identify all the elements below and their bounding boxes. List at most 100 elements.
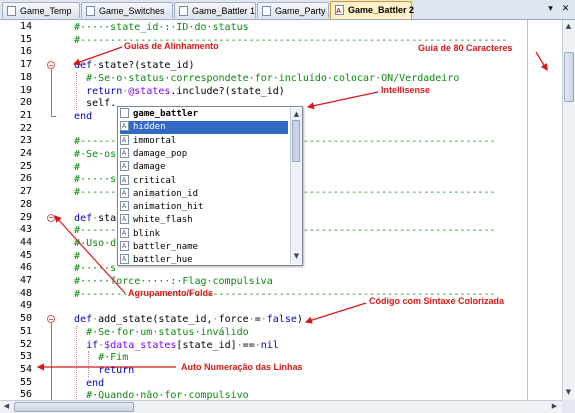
popup-scrollbar[interactable]: ▲ ▼ [290, 108, 302, 264]
script-file-icon [7, 6, 16, 16]
intellisense-item[interactable]: critical [120, 174, 288, 188]
tab-dropdown-icon[interactable]: ▾ [545, 3, 556, 15]
intellisense-item[interactable]: battler_hue [120, 253, 288, 265]
intellisense-item[interactable]: battler_name [120, 240, 288, 254]
horizontal-scroll-thumb[interactable] [14, 402, 134, 412]
vertical-scrollbar[interactable]: ▲ ▼ [562, 20, 575, 400]
code-line[interactable]: if·$data_states[state_id]·==·nil [62, 339, 279, 352]
code-line[interactable]: #·····force·····:·Flag·compulsiva [62, 275, 273, 288]
code-line[interactable]: #·Fim [62, 351, 128, 364]
line-number: 49 [19, 300, 32, 312]
method-icon [120, 174, 129, 187]
horizontal-scrollbar[interactable]: ◀ ▶ [0, 400, 562, 413]
tab-game-battler-1[interactable]: Game_Battler 1 [174, 2, 256, 18]
intellisense-item-label: damage [133, 162, 166, 173]
script-file-icon [86, 6, 95, 16]
code-line[interactable]: #·Uso·d [62, 237, 116, 250]
code-line[interactable]: #·Se·for·um·status·inválido [62, 326, 249, 339]
method-icon [120, 227, 129, 240]
intellisense-item-label: hidden [133, 122, 166, 133]
intellisense-item-label: critical [133, 175, 177, 186]
intellisense-item-label: battler_name [133, 242, 199, 252]
intellisense-item[interactable]: blink [120, 227, 288, 241]
code-line[interactable]: self. [62, 97, 116, 110]
scroll-left-icon[interactable]: ◀ [1, 401, 12, 412]
line-number: 22 [19, 122, 32, 134]
vertical-scroll-thumb[interactable] [564, 52, 574, 102]
intellisense-item-label: animation_id [133, 188, 199, 199]
tab-game-party[interactable]: Game_Party [257, 2, 329, 18]
tab-label: Game_Party [275, 6, 326, 16]
indent-guide [76, 71, 78, 110]
close-icon[interactable]: ✕ [560, 3, 571, 15]
code-line[interactable]: #·Quando·não·for·compulsivo [62, 389, 249, 400]
code-line[interactable]: # [62, 250, 80, 263]
line-number: 19 [19, 84, 32, 96]
intellisense-item[interactable]: immortal [120, 134, 288, 148]
line-number: 18 [19, 71, 32, 83]
intellisense-item[interactable]: animation_hit [120, 200, 288, 214]
line-number: 53 [19, 351, 32, 363]
line-number: 43 [19, 224, 32, 236]
annotation-intellisense: Intellisense [381, 85, 431, 95]
method-icon [120, 240, 129, 253]
code-line[interactable]: def·state?(state_id) [62, 59, 194, 72]
code-line[interactable]: def·add_state(state_id,·force·=·false) [62, 313, 303, 326]
intellisense-item-label: white_flash [133, 215, 193, 226]
code-line[interactable]: def·sta [62, 212, 116, 225]
line-number: 20 [19, 97, 32, 109]
tab-game-switches[interactable]: Game_Switches [81, 2, 173, 18]
method-icon [120, 213, 129, 226]
intellisense-item-label: animation_hit [133, 202, 204, 213]
80-column-guide [527, 20, 528, 400]
intellisense-item[interactable]: animation_id [120, 187, 288, 201]
line-number-gutter: 14 15 16 17 18 19 20 21 22 23 24 25 26 27 28 29 43 44 45 46… [0, 20, 40, 400]
intellisense-item-label: game_battler [133, 109, 199, 119]
line-number: 56 [19, 389, 32, 400]
intellisense-item[interactable]: white_flash [120, 213, 288, 227]
line-number: 23 [19, 135, 32, 147]
method-icon [120, 253, 129, 265]
scroll-up-icon[interactable]: ▲ [563, 21, 574, 32]
code-line[interactable]: return [62, 364, 134, 377]
code-line[interactable]: #·····s [62, 173, 116, 186]
scroll-down-icon[interactable]: ▼ [291, 251, 302, 262]
method-icon [120, 160, 129, 173]
code-line[interactable]: end [62, 377, 104, 390]
annotation-sintaxe: Código com Sintaxe Colorizada [369, 296, 505, 306]
code-line[interactable]: # [62, 161, 80, 174]
code-line[interactable]: #·Se·o·status·correspondete·for·incluído… [62, 72, 459, 85]
scroll-right-icon[interactable]: ▶ [549, 401, 560, 412]
intellisense-header: game_battler [120, 108, 288, 121]
line-number: 21 [19, 109, 32, 121]
indent-guide [76, 325, 78, 400]
code-line[interactable]: end [62, 110, 92, 123]
fold-end [51, 115, 56, 117]
tab-label: Game_Battler 2 [348, 5, 415, 15]
code-line[interactable]: #·····s [62, 262, 116, 275]
intellisense-item-label: immortal [133, 135, 177, 146]
line-number: 44 [19, 236, 32, 248]
tab-label: Game_Switches [99, 6, 165, 16]
line-number: 51 [19, 325, 32, 337]
method-icon [120, 147, 129, 160]
tab-game-temp[interactable]: Game_Temp [2, 2, 80, 18]
fold-toggle-icon[interactable] [47, 213, 55, 222]
editor-window: Game_Temp Game_Switches Game_Battler 1 G… [0, 0, 575, 413]
line-number: 27 [19, 186, 32, 198]
intellisense-popup[interactable]: ▲ ▼ game_battlerhidden immortal damage_pop… [117, 106, 303, 266]
tab-game-battler-2[interactable]: Game_Battler 2 [330, 1, 415, 20]
tab-label: Game_Battler 1 [192, 6, 256, 16]
intellisense-item[interactable]: damage [120, 160, 288, 174]
class-icon [120, 108, 129, 118]
scroll-up-icon[interactable]: ▲ [291, 109, 302, 120]
method-icon [120, 200, 129, 213]
popup-scroll-thumb[interactable] [292, 120, 300, 162]
tab-label: Game_Temp [20, 6, 72, 16]
intellisense-item[interactable]: damage_pop [120, 147, 288, 161]
intellisense-item-label: blink [133, 228, 161, 239]
code-line[interactable]: #·····state_id·:·ID·do·status [62, 21, 249, 34]
scroll-down-icon[interactable]: ▼ [563, 387, 574, 398]
code-line[interactable]: return·@states.include?(state_id) [62, 85, 285, 98]
intellisense-item[interactable]: hidden [120, 120, 288, 135]
